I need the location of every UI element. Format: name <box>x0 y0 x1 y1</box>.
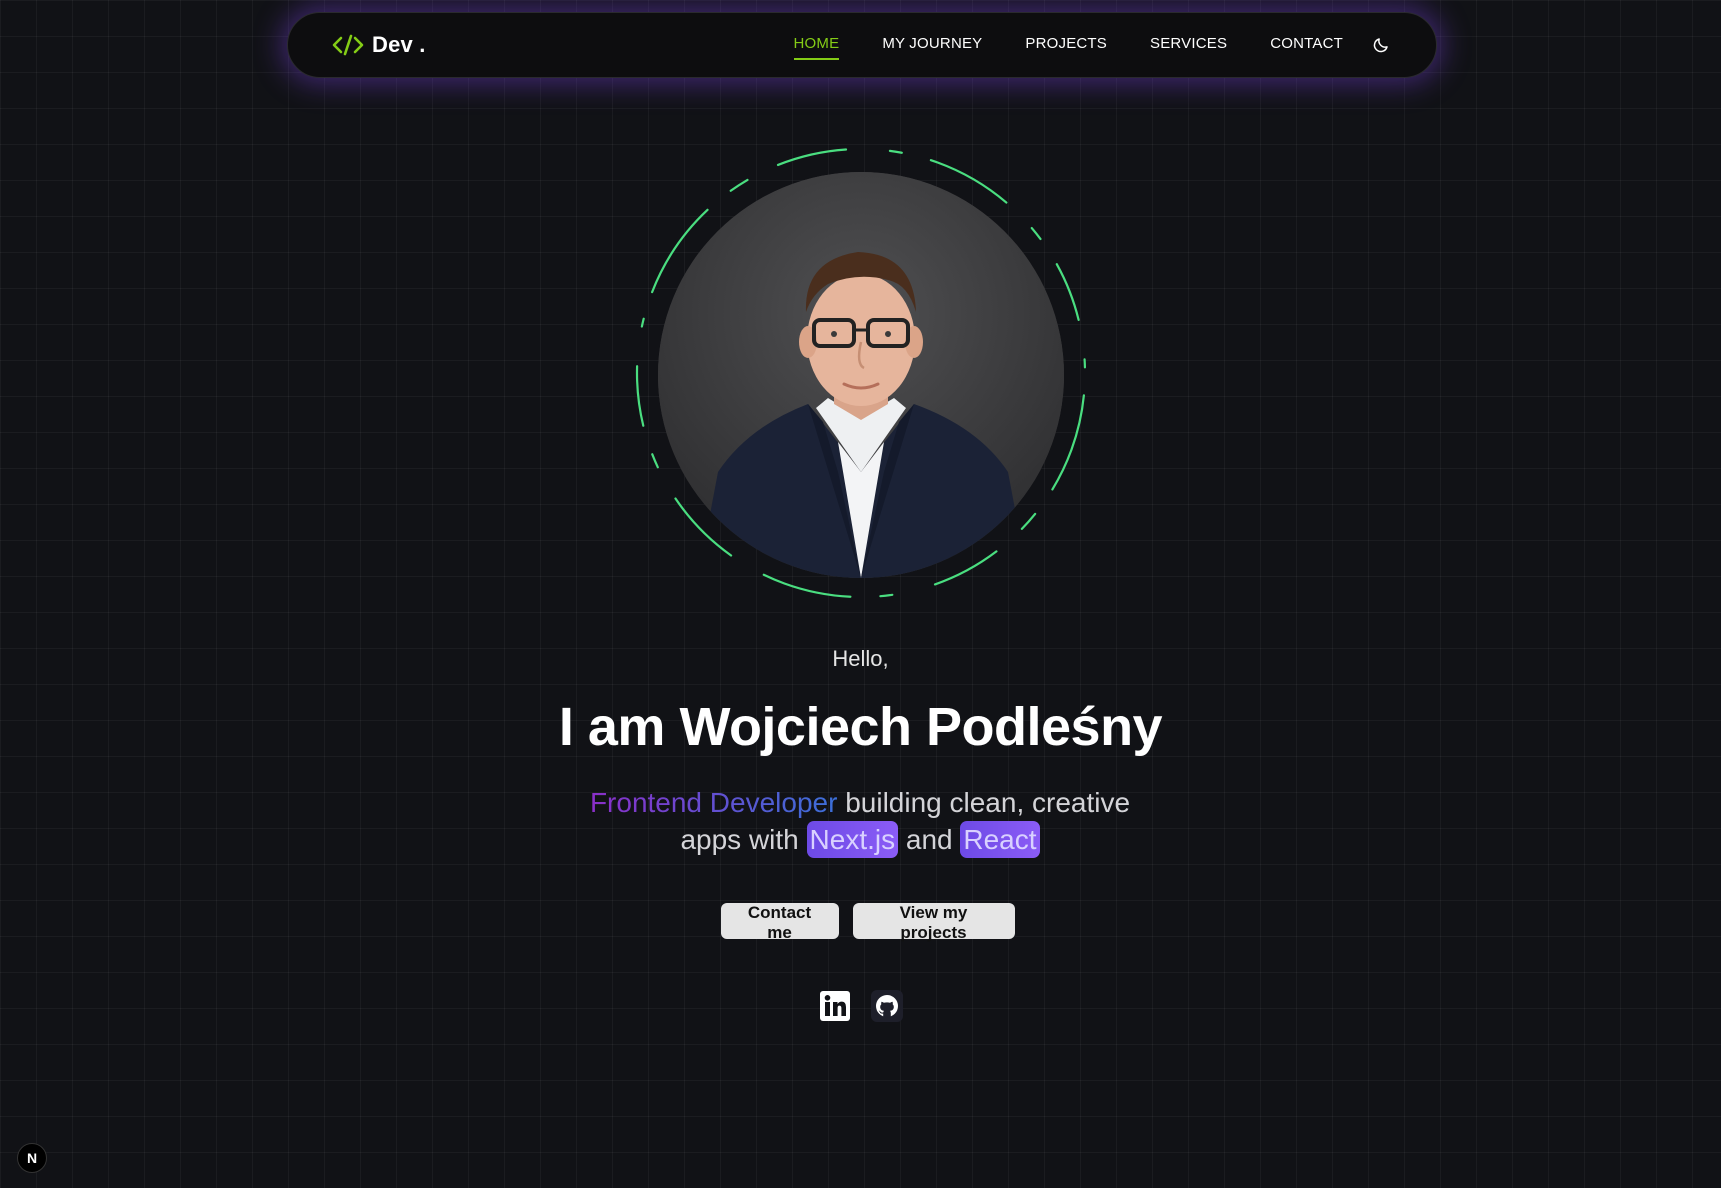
nav-links: HOME MY JOURNEY PROJECTS SERVICES CONTAC… <box>793 35 1344 60</box>
code-icon <box>332 34 364 56</box>
profile-photo <box>658 172 1064 578</box>
tagline: Frontend Developer building clean, creat… <box>560 784 1160 858</box>
page-title: I am Wojciech Podleśny <box>558 697 1163 757</box>
navbar: Dev . HOME MY JOURNEY PROJECTS SERVICES … <box>287 12 1437 78</box>
role-text: Frontend Developer <box>589 787 838 818</box>
brand-text: Dev . <box>372 32 426 57</box>
contact-me-button[interactable]: Contact me <box>720 903 839 942</box>
tagline-and: and <box>898 824 961 855</box>
brand-logo[interactable]: Dev . <box>332 32 426 58</box>
linkedin-icon[interactable] <box>819 990 851 1022</box>
view-projects-button[interactable]: View my projects <box>852 903 1015 942</box>
social-links <box>0 990 1721 1022</box>
nav-link-projects[interactable]: PROJECTS <box>1025 35 1107 56</box>
nav-link-home[interactable]: HOME <box>793 35 840 60</box>
nav-link-contact[interactable]: CONTACT <box>1270 35 1343 56</box>
moon-icon <box>1373 38 1388 53</box>
nav-link-my-journey[interactable]: MY JOURNEY <box>882 35 982 56</box>
github-icon[interactable] <box>870 990 903 1022</box>
portrait-illustration <box>658 172 1064 578</box>
tech-chip-react: React <box>960 821 1040 858</box>
greeting: Hello, <box>832 646 889 671</box>
avatar-container <box>631 143 1091 603</box>
theme-toggle-button[interactable] <box>1370 34 1392 56</box>
nav-link-services[interactable]: SERVICES <box>1150 35 1227 56</box>
next-dev-badge[interactable]: N <box>17 1143 47 1173</box>
tech-chip-nextjs: Next.js <box>806 821 899 858</box>
cta-buttons: Contact me View my projects <box>0 903 1721 942</box>
